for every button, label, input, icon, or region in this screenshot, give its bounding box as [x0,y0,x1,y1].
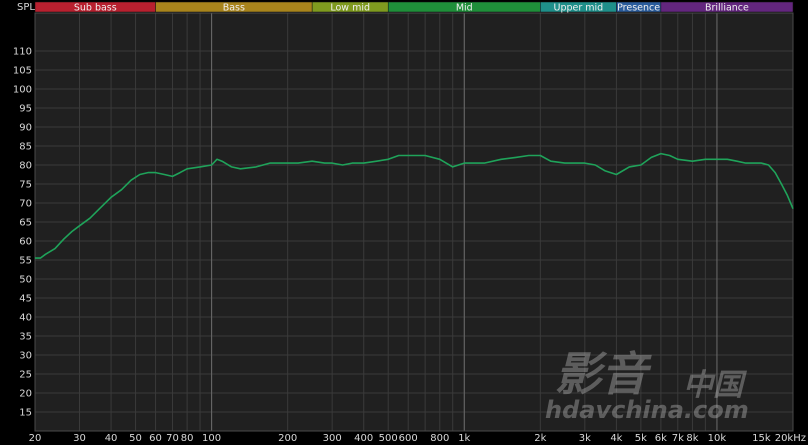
y-tick-label: 110 [13,47,32,58]
x-tick-label: 200 [278,433,297,444]
x-tick-label: 5k [635,433,647,444]
band-label: Upper mid [554,3,604,14]
x-tick-label: 600 [399,433,418,444]
y-tick-label: 80 [19,161,32,172]
band-bar: Sub bass Bass Low mid Mid Upper mid Presence B… [34,1,794,14]
x-tick-label: 60 [149,433,162,444]
x-tick-label: 7k [672,433,684,444]
x-tick-label: 300 [323,433,342,444]
y-tick-label: 75 [19,180,32,191]
watermark-chinese-large: 影音 [555,347,652,401]
x-tick-label: 4k [610,433,622,444]
x-tick-label: 6k [655,433,667,444]
y-axis-title: SPL [17,2,35,13]
y-tick-label: 40 [19,313,32,324]
y-tick-label: 60 [19,237,32,248]
x-tick-label: 15k [752,433,771,444]
x-tick-label: 500 [379,433,398,444]
y-tick-label: 65 [19,218,32,229]
y-tick-label: 35 [19,332,32,343]
x-tick-label: 70 [166,433,179,444]
band-label: Sub bass [74,3,117,14]
x-tick-label: 3k [579,433,591,444]
y-tick-label: 50 [19,275,32,286]
band-label: Mid [456,3,473,14]
x-tick-label: 30 [73,433,86,444]
x-tick-label: 1k [458,433,470,444]
x-tick-label: 20kHz [775,433,806,444]
y-tick-label: 100 [13,85,32,96]
y-tick-label: 30 [19,351,32,362]
y-tick-label: 15 [19,408,32,419]
y-tick-label: 90 [19,123,32,134]
x-tick-label: 40 [105,433,118,444]
y-tick-label: 95 [19,104,32,115]
x-tick-label: 100 [202,433,221,444]
x-tick-label: 10k [708,433,727,444]
x-tick-label: 800 [430,433,449,444]
x-tick-label: 2k [534,433,546,444]
y-tick-label: 45 [19,294,32,305]
y-tick-label: 25 [19,370,32,381]
y-tick-label: 105 [13,66,32,77]
band-label: Brilliance [705,3,749,14]
x-tick-label: 80 [181,433,194,444]
x-tick-label: 20 [29,433,42,444]
x-tick-label: 50 [129,433,142,444]
band-label: Presence [617,3,660,14]
y-tick-label: 55 [19,256,32,267]
y-tick-label: 70 [19,199,32,210]
band-label: Bass [223,3,245,14]
watermark-url: hdavchina.com [545,396,749,424]
x-tick-label: 8k [686,433,698,444]
x-tick-label: 400 [354,433,373,444]
y-tick-label: 85 [19,142,32,153]
band-label: Low mid [330,3,370,14]
y-tick-label: 20 [19,389,32,400]
frequency-response-chart: Sub bass Bass Low mid Mid Upper mid Presence B… [0,0,808,445]
